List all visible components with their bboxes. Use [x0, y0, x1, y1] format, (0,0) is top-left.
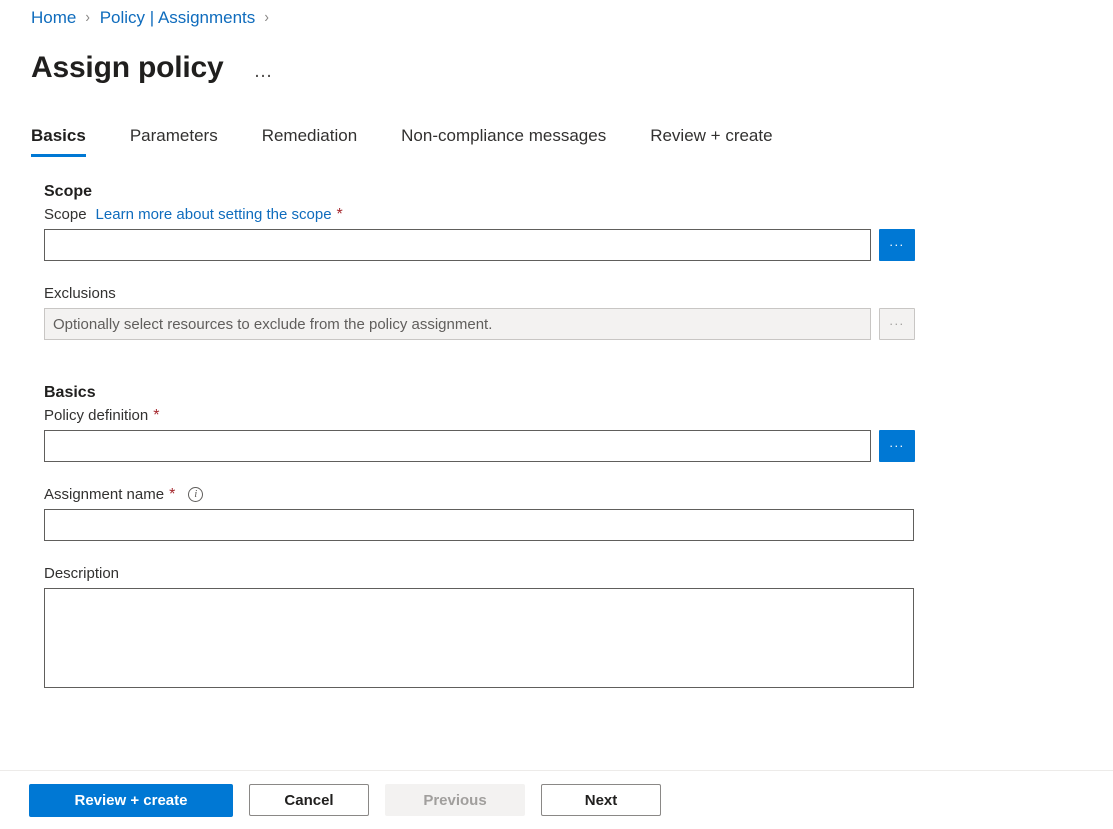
scope-section-heading: Scope — [44, 183, 1113, 201]
scope-field-label: Scope Learn more about setting the scope… — [44, 206, 1113, 223]
exclusions-input-row: ... — [44, 308, 1113, 340]
info-icon[interactable]: i — [188, 487, 203, 502]
exclusions-label-text: Exclusions — [44, 285, 116, 302]
breadcrumb: Home › Policy | Assignments › — [31, 8, 279, 28]
scope-browse-button[interactable]: ... — [879, 229, 915, 261]
wizard-tabs: Basics Parameters Remediation Non-compli… — [31, 126, 773, 157]
tab-parameters[interactable]: Parameters — [130, 126, 218, 157]
policy-definition-input[interactable] — [44, 430, 871, 462]
policy-definition-required-indicator: * — [153, 408, 159, 424]
page-header: Assign policy … — [31, 48, 274, 88]
tab-remediation[interactable]: Remediation — [262, 126, 357, 157]
more-options-icon[interactable]: … — [253, 66, 274, 78]
scope-label-text: Scope — [44, 206, 87, 223]
basics-form: Scope Scope Learn more about setting the… — [0, 183, 1113, 770]
assign-policy-page: Home › Policy | Assignments › Assign pol… — [0, 0, 1113, 829]
description-field-label: Description — [44, 565, 1113, 582]
assignment-name-required-indicator: * — [169, 487, 175, 503]
tab-non-compliance-messages[interactable]: Non-compliance messages — [401, 126, 606, 157]
breadcrumb-item-policy-assignments[interactable]: Policy | Assignments — [100, 8, 256, 28]
description-textarea[interactable] — [44, 588, 914, 688]
wizard-footer: Review + create Cancel Previous Next — [0, 771, 1113, 829]
exclusions-input — [44, 308, 871, 340]
page-title: Assign policy — [31, 48, 223, 88]
description-label-text: Description — [44, 565, 119, 582]
exclusions-browse-button: ... — [879, 308, 915, 340]
tab-basics[interactable]: Basics — [31, 126, 86, 157]
breadcrumb-separator-icon: › — [265, 9, 270, 27]
policy-definition-field-label: Policy definition * — [44, 407, 1113, 424]
breadcrumb-separator-icon: › — [86, 9, 91, 27]
assignment-name-field-label: Assignment name * i — [44, 486, 1113, 503]
breadcrumb-item-home[interactable]: Home — [31, 8, 76, 28]
assignment-name-input-row — [44, 509, 1113, 541]
exclusions-field-label: Exclusions — [44, 285, 1113, 302]
tab-review-create[interactable]: Review + create — [650, 126, 772, 157]
next-button[interactable]: Next — [541, 784, 661, 816]
policy-definition-label-text: Policy definition — [44, 407, 148, 424]
basics-section-heading: Basics — [44, 384, 1113, 402]
scope-required-indicator: * — [337, 207, 343, 223]
scope-input[interactable] — [44, 229, 871, 261]
policy-definition-input-row: ... — [44, 430, 1113, 462]
policy-definition-browse-button[interactable]: ... — [879, 430, 915, 462]
review-create-button[interactable]: Review + create — [29, 784, 233, 817]
assignment-name-label-text: Assignment name — [44, 486, 164, 503]
cancel-button[interactable]: Cancel — [249, 784, 369, 816]
previous-button: Previous — [385, 784, 525, 816]
scope-input-row: ... — [44, 229, 1113, 261]
assignment-name-input[interactable] — [44, 509, 914, 541]
scope-learn-more-link[interactable]: Learn more about setting the scope — [96, 206, 332, 223]
